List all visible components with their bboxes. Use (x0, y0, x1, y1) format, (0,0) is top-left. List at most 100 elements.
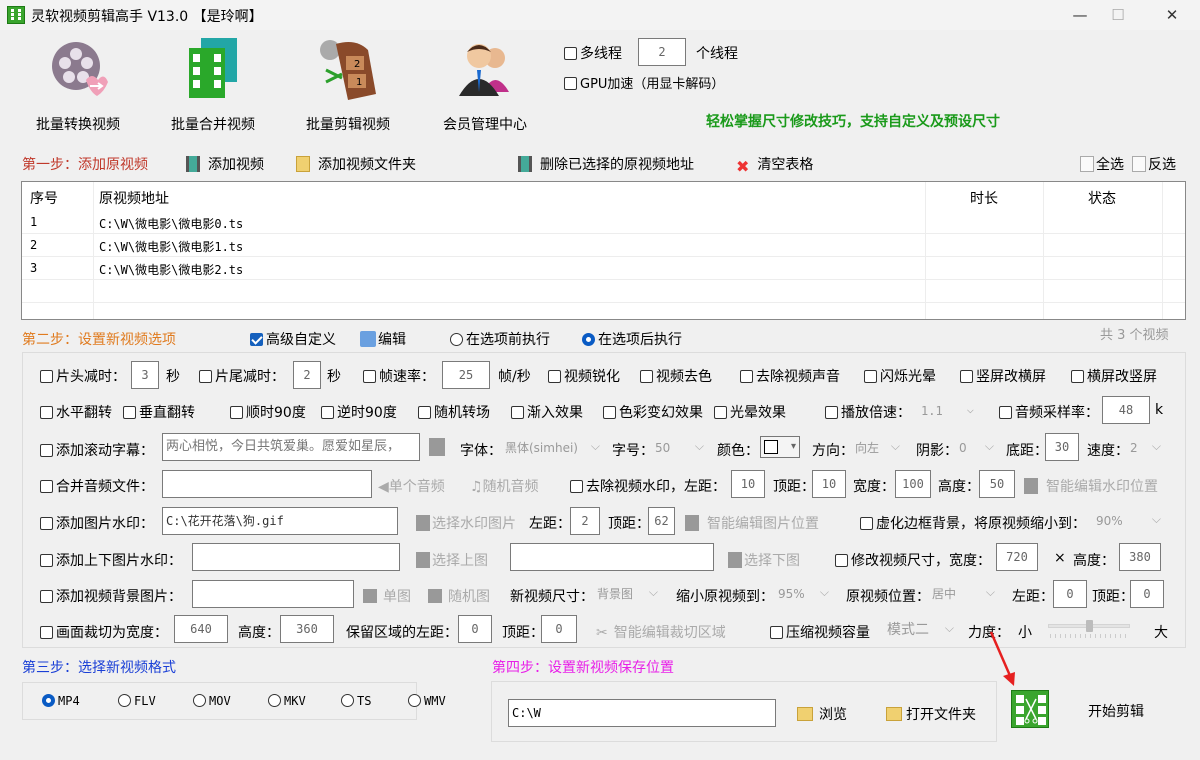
flash-option[interactable]: 闪烁光晕 (864, 366, 936, 386)
resize-option[interactable]: 修改视频尺寸，宽度： (835, 550, 991, 570)
batch-merge-button[interactable]: 批量合并视频 (153, 36, 273, 134)
img-top-input[interactable]: 62 (648, 507, 675, 535)
smart-crop-button[interactable]: ✂ 智能编辑裁切区域 (596, 622, 726, 642)
cw90-option[interactable]: 顺时90度 (230, 402, 306, 422)
remove-watermark-option[interactable]: 去除视频水印，左距： (570, 476, 726, 496)
start-button[interactable]: 开始剪辑 (1088, 701, 1144, 721)
scroll-text-option[interactable]: 添加滚动字幕： (40, 440, 154, 460)
sample-rate-input[interactable]: 48 (1102, 396, 1150, 424)
compress-mode-select[interactable]: 模式二 (884, 615, 960, 643)
image-watermark-input[interactable]: C:\花开花落\狗.gif (162, 507, 398, 535)
table-row[interactable]: 1 C:\W\微电影\微电影0.ts (22, 211, 1185, 234)
size-select[interactable]: 50 (652, 433, 710, 461)
crop-option[interactable]: 画面裁切为宽度： (40, 622, 168, 642)
decolor-option[interactable]: 视频去色 (640, 366, 712, 386)
font-icon[interactable] (429, 438, 445, 456)
member-center-button[interactable]: 会员管理中心 (425, 36, 545, 134)
smart-image-button[interactable]: 智能编辑图片位置 (685, 513, 819, 533)
bg-left-input[interactable]: 0 (1053, 580, 1087, 608)
v2h-option[interactable]: 竖屏改横屏 (960, 366, 1046, 386)
edit-button[interactable]: 编辑 (360, 329, 406, 349)
mute-option[interactable]: 去除视频声音 (740, 366, 840, 386)
speed-select[interactable]: 1.1 (918, 396, 980, 424)
add-folder-button[interactable]: 添加视频文件夹 (296, 154, 416, 174)
choose-bottom-button[interactable]: 选择下图 (728, 550, 800, 570)
wm-left-input[interactable]: 10 (731, 470, 765, 498)
resize-height-input[interactable]: 380 (1119, 543, 1161, 571)
format-radio[interactable] (341, 694, 354, 707)
direction-select[interactable]: 向左 (852, 433, 906, 461)
minimize-button[interactable]: — (1060, 4, 1100, 26)
format-radio[interactable] (118, 694, 131, 707)
scroll-text-input[interactable]: 两心相悦，今日共筑爱巢。愿爱如星辰， (162, 433, 420, 461)
open-folder-button[interactable]: 打开文件夹 (886, 704, 976, 724)
close-button[interactable]: ✕ (1152, 4, 1192, 26)
batch-cut-button[interactable]: 21 批量剪辑视频 (288, 36, 408, 134)
bg-top-input[interactable]: 0 (1130, 580, 1164, 608)
shrink-select[interactable]: 95% (775, 579, 835, 607)
format-radio[interactable] (268, 694, 281, 707)
transition-option[interactable]: 随机转场 (418, 402, 490, 422)
color-picker[interactable]: ▾ (760, 436, 800, 458)
bottom-input[interactable]: 30 (1045, 433, 1079, 461)
head-trim-input[interactable]: 3 (131, 361, 159, 389)
browse-button[interactable]: 浏览 (797, 704, 847, 724)
add-video-button[interactable]: 添加视频 (186, 154, 264, 174)
hflip-option[interactable]: 水平翻转 (40, 402, 112, 422)
wm-height-input[interactable]: 50 (979, 470, 1015, 498)
table-row[interactable]: 2 C:\W\微电影\微电影1.ts (22, 234, 1185, 257)
wm-top-input[interactable]: 10 (812, 470, 846, 498)
merge-audio-option[interactable]: 合并音频文件： (40, 476, 154, 496)
bg-image-input[interactable] (192, 580, 354, 608)
fps-input[interactable]: 25 (442, 361, 490, 389)
clear-table-button[interactable]: ✖ 清空表格 (736, 154, 813, 175)
blur-bg-option[interactable]: 虚化边框背景，将原视频缩小到： (860, 513, 1086, 533)
blur-scale-select[interactable]: 90% (1093, 506, 1167, 534)
exec-before-radio[interactable] (450, 333, 463, 346)
keep-top-input[interactable]: 0 (541, 615, 577, 643)
random-image-button[interactable]: 随机图 (428, 586, 490, 606)
single-audio-button[interactable]: ◀单个音频 (378, 476, 445, 496)
single-image-button[interactable]: 单图 (363, 586, 411, 606)
speed-option[interactable]: 播放倍速： (825, 402, 911, 422)
multithread-option[interactable]: 多线程 (564, 43, 622, 63)
format-radio[interactable] (42, 694, 55, 707)
new-size-select[interactable]: 背景图 (594, 579, 664, 607)
img-left-input[interactable]: 2 (570, 507, 600, 535)
exec-after-radio[interactable] (582, 333, 595, 346)
strength-slider[interactable] (1048, 620, 1130, 640)
gpu-option[interactable]: GPU加速（用显卡解码） (564, 73, 724, 92)
choose-top-button[interactable]: 选择上图 (416, 550, 488, 570)
crop-width-input[interactable]: 640 (174, 615, 228, 643)
format-option-ts[interactable]: TS (341, 694, 371, 708)
format-radio[interactable] (408, 694, 421, 707)
keep-left-input[interactable]: 0 (458, 615, 492, 643)
advanced-checkbox[interactable] (250, 333, 263, 346)
ccw90-option[interactable]: 逆时90度 (321, 402, 397, 422)
format-option-mkv[interactable]: MKV (268, 694, 306, 708)
top-image-input[interactable] (192, 543, 400, 571)
shadow-select[interactable]: 0 (956, 433, 1000, 461)
vflip-option[interactable]: 垂直翻转 (123, 402, 195, 422)
gpu-checkbox[interactable] (564, 77, 577, 90)
delete-selected-button[interactable]: 删除已选择的原视频地址 (518, 154, 694, 174)
sample-rate-option[interactable]: 音频采样率： (999, 402, 1099, 422)
format-option-wmv[interactable]: WMV (408, 694, 446, 708)
maximize-button[interactable]: ☐ (1098, 4, 1138, 26)
scroll-speed-select[interactable]: 2 (1127, 433, 1167, 461)
multithread-checkbox[interactable] (564, 47, 577, 60)
compress-option[interactable]: 压缩视频容量 (770, 622, 870, 642)
font-select[interactable]: 黑体(simhei) (502, 433, 606, 461)
crop-height-input[interactable]: 360 (280, 615, 334, 643)
format-option-mov[interactable]: MOV (193, 694, 231, 708)
save-path-input[interactable]: C:\W (508, 699, 776, 727)
tail-trim-option[interactable]: 片尾减时： (199, 366, 285, 386)
select-all-button[interactable]: 全选 (1080, 154, 1124, 174)
exec-after-option[interactable]: 在选项后执行 (582, 329, 682, 349)
table-row[interactable]: 3 C:\W\微电影\微电影2.ts (22, 257, 1185, 280)
bottom-image-input[interactable] (510, 543, 714, 571)
random-audio-button[interactable]: ♫随机音频 (470, 476, 539, 496)
image-watermark-option[interactable]: 添加图片水印： (40, 513, 154, 533)
bg-image-option[interactable]: 添加视频背景图片： (40, 586, 182, 606)
advanced-option[interactable]: 高级自定义 (250, 329, 336, 349)
